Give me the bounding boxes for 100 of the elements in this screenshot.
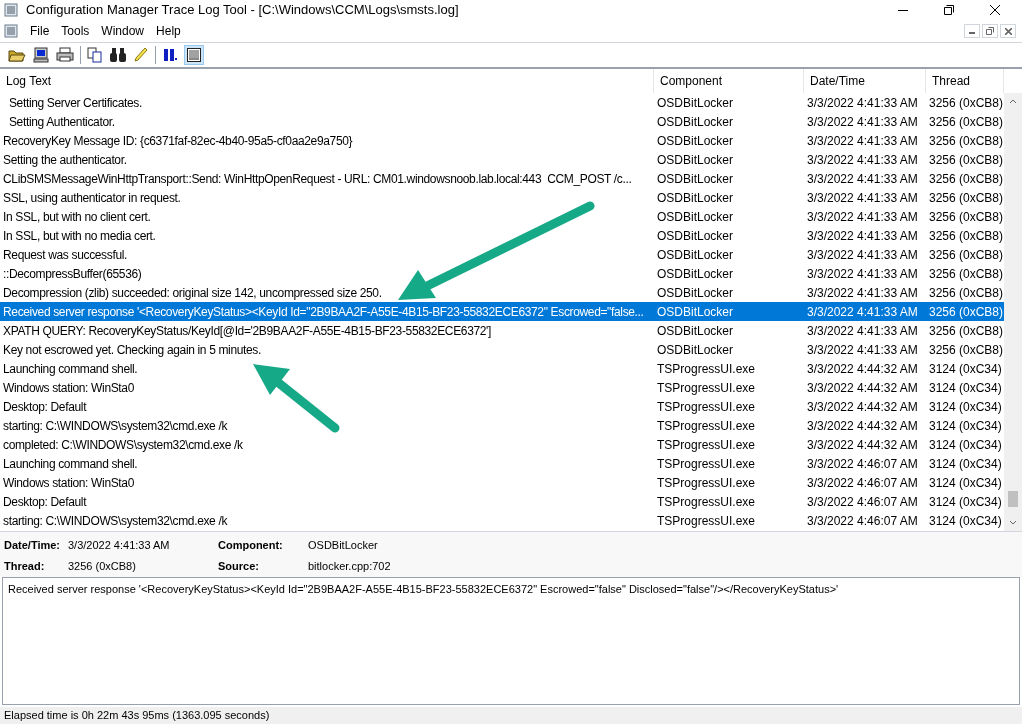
table-cell-text: 3124 (0xC34) [928,398,1003,416]
restore-icon [944,5,954,15]
table-cell-text: 3256 (0xCB8) [928,227,1004,245]
app-icon [4,3,18,17]
table-cell-text: 3/3/2022 4:46:07 AM [806,474,919,492]
table-cell-text: OSDBitLocker [656,341,735,359]
table-cell-text: 3/3/2022 4:44:32 AM [806,379,919,397]
column-header[interactable]: Log Text [0,69,654,93]
menu-item[interactable]: Help [156,22,181,40]
folder-icon[interactable] [8,47,26,63]
menu-item[interactable]: Tools [61,22,90,40]
table-cell-text: 3/3/2022 4:44:32 AM [806,360,919,378]
log-row[interactable]: Key not escrowed yet. Checking again in 5 minutes. OSDBitLocker 3/3/2022 4:41:33 AM 3256 (0xCB8) [0,340,1004,359]
table-cell-text: 3124 (0xC34) [928,436,1003,454]
pause-icon[interactable] [162,47,178,63]
table-cell-text: Windows station: WinSta0 [2,379,135,397]
log-row[interactable]: CLibSMSMessageWinHttpTransport::Send: WinHttpOpenRequest - URL: CM01.windowsnoob.lab.local:443 CCM_POST /c... OSDBitLocker 3/3/2022 4:41:33 AM 3256 (0xCB8) [0,169,1004,188]
column-header[interactable]: Date/Time [804,69,926,93]
menu-item[interactable]: Window [101,22,145,40]
binoculars-icon[interactable] [109,47,127,63]
log-row[interactable]: Desktop: Default TSProgressUI.exe 3/3/2022 4:46:07 AM 3124 (0xC34) [0,492,1004,511]
table-cell-text: 3256 (0xCB8) [928,151,1004,169]
table-cell-text: TSProgressUI.exe [656,360,757,378]
table-cell-text: Setting the authenticator. [2,151,128,169]
table-cell-text: 3124 (0xC34) [928,512,1003,530]
table-cell-text: 3124 (0xC34) [928,474,1003,492]
table-cell-text: ::DecompressBuffer(65536) [2,265,143,283]
status-text: Elapsed time is 0h 22m 43s 95ms (1363.095 seconds) [0,707,1022,724]
computer-icon[interactable] [32,47,50,63]
log-row[interactable]: In SSL, but with no client cert. OSDBitLocker 3/3/2022 4:41:33 AM 3256 (0xCB8) [0,207,1004,226]
table-cell-text: TSProgressUI.exe [656,379,757,397]
table-cell-text: RecoveryKey Message ID: {c6371faf-82ec-4b40-95a5-cf0aa2e9a750} [2,132,354,150]
minimize-button[interactable] [964,24,980,38]
table-cell-text: 3/3/2022 4:41:33 AM [806,284,919,302]
minimize-icon [969,32,975,34]
column-header[interactable]: Thread [926,69,1004,93]
table-cell-text: 3/3/2022 4:41:33 AM [806,170,919,188]
table-cell-text: 3256 (0xCB8) [928,284,1004,302]
scrollbar-thumb[interactable] [1008,491,1018,507]
table-cell-text: 3256 (0xCB8) [928,341,1004,359]
table-cell-text: TSProgressUI.exe [656,455,757,473]
table-cell-text: OSDBitLocker [656,208,735,226]
log-row[interactable]: Received server response '<RecoveryKeyStatus><KeyId Id="2B9BAA2F-A55E-4B15-BF23-55832ECE6372" Escrowed="false... OSDBitLocker 3/3/2022 4:41:33 AM 3256 (0xCB8) [0,302,1004,321]
log-row[interactable]: Setting Server Certificates. OSDBitLocker 3/3/2022 4:41:33 AM 3256 (0xCB8) [0,93,1004,112]
table-cell-text: 3256 (0xCB8) [928,113,1004,131]
column-header[interactable]: Component [654,69,804,93]
table-cell-text: 3/3/2022 4:44:32 AM [806,436,919,454]
table-cell-text: In SSL, but with no media cert. [2,227,157,245]
table-cell-text: OSDBitLocker [656,170,735,188]
highlighter-icon[interactable] [133,47,149,63]
table-cell-text: In SSL, but with no client cert. [2,208,152,226]
log-row[interactable]: Desktop: Default TSProgressUI.exe 3/3/2022 4:44:32 AM 3124 (0xC34) [0,397,1004,416]
vertical-scrollbar[interactable] [1004,93,1022,531]
log-row[interactable]: Decompression (zlib) succeeded: original size 142, uncompressed size 250. OSDBitLocker 3/3/2022 4:41:33 AM 3256 (0xCB8) [0,283,1004,302]
field-value: 3/3/2022 4:41:33 AM [68,538,171,553]
table-cell-text: TSProgressUI.exe [656,417,757,435]
log-row[interactable]: XPATH QUERY: RecoveryKeyStatus/KeyId[@Id='2B9BAA2F-A55E-4B15-BF23-55832ECE6372'] OSDBitLocker 3/3/2022 4:41:33 AM 3256 (0xCB8) [0,321,1004,340]
table-cell-text: 3256 (0xCB8) [928,189,1004,207]
table-cell-text: 3/3/2022 4:41:33 AM [806,246,919,264]
log-row[interactable]: starting: C:\WINDOWS\system32\cmd.exe /k TSProgressUI.exe 3/3/2022 4:46:07 AM 3124 (0xC34) [0,511,1004,530]
log-row[interactable]: Setting the authenticator. OSDBitLocker 3/3/2022 4:41:33 AM 3256 (0xCB8) [0,150,1004,169]
table-cell-text: TSProgressUI.exe [656,474,757,492]
table-cell-text: Received server response '<RecoveryKeyStatus><KeyId Id="2B9BAA2F-A55E-4B15-BF23-55832ECE6372" Escrowed="false... [2,303,645,321]
menu-item[interactable]: File [30,22,50,40]
log-row[interactable]: Launching command shell. TSProgressUI.exe 3/3/2022 4:46:07 AM 3124 (0xC34) [0,454,1004,473]
table-cell-text: OSDBitLocker [656,132,735,150]
log-row[interactable]: ::DecompressBuffer(65536) OSDBitLocker 3/3/2022 4:41:33 AM 3256 (0xCB8) [0,264,1004,283]
log-row[interactable]: Windows station: WinSta0 TSProgressUI.exe 3/3/2022 4:44:32 AM 3124 (0xC34) [0,378,1004,397]
log-row[interactable]: starting: C:\WINDOWS\system32\cmd.exe /k TSProgressUI.exe 3/3/2022 4:44:32 AM 3124 (0xC34) [0,416,1004,435]
table-cell-text: Launching command shell. [2,360,139,378]
log-row[interactable]: RecoveryKey Message ID: {c6371faf-82ec-4b40-95a5-cf0aa2e9a750} OSDBitLocker 3/3/2022 4:41:33 AM 3256 (0xCB8) [0,131,1004,150]
table-cell-text: 3/3/2022 4:41:33 AM [806,132,919,150]
log-row[interactable]: Windows station: WinSta0 TSProgressUI.exe 3/3/2022 4:46:07 AM 3124 (0xC34) [0,473,1004,492]
log-row[interactable]: Launching command shell. TSProgressUI.exe 3/3/2022 4:44:32 AM 3124 (0xC34) [0,359,1004,378]
table-cell-text: OSDBitLocker [656,151,735,169]
close-icon [990,5,1000,15]
log-row[interactable]: Request was successful. OSDBitLocker 3/3/2022 4:41:33 AM 3256 (0xCB8) [0,245,1004,264]
log-row[interactable]: Setting Authenticator. OSDBitLocker 3/3/2022 4:41:33 AM 3256 (0xCB8) [0,112,1004,131]
log-row[interactable]: SSL, using authenticator in request. OSDBitLocker 3/3/2022 4:41:33 AM 3256 (0xCB8) [0,188,1004,207]
table-cell-text: Setting Server Certificates. [7,94,143,112]
log-view-button[interactable] [184,45,204,65]
table-cell-text: 3/3/2022 4:41:33 AM [806,208,919,226]
field-label: Source: [218,558,260,574]
table-cell-text: 3/3/2022 4:41:33 AM [806,227,919,245]
table-cell-text: Request was successful. [2,246,128,264]
table-cell-text: 3/3/2022 4:46:07 AM [806,455,919,473]
table-cell-text: 3256 (0xCB8) [928,246,1004,264]
window-title: Configuration Manager Trace Log Tool - [C:\Windows\CCM\Logs\smsts.log] [26,1,459,20]
log-row[interactable]: completed: C:\WINDOWS\system32\cmd.exe /k TSProgressUI.exe 3/3/2022 4:44:32 AM 3124 (0xC34) [0,435,1004,454]
table-cell-text: OSDBitLocker [656,246,735,264]
table-cell-text: OSDBitLocker [656,265,735,283]
table-cell-text: TSProgressUI.exe [656,436,757,454]
copy-icon[interactable] [87,47,103,63]
log-row[interactable]: In SSL, but with no media cert. OSDBitLocker 3/3/2022 4:41:33 AM 3256 (0xCB8) [0,226,1004,245]
table-cell-text: TSProgressUI.exe [656,512,757,530]
table-cell-text: Desktop: Default [2,493,88,511]
table-cell-text: 3/3/2022 4:41:33 AM [806,322,919,340]
table-cell-text: starting: C:\WINDOWS\system32\cmd.exe /k [2,512,229,530]
printer-icon[interactable] [56,47,74,63]
table-cell-text: 3/3/2022 4:41:33 AM [806,94,919,112]
